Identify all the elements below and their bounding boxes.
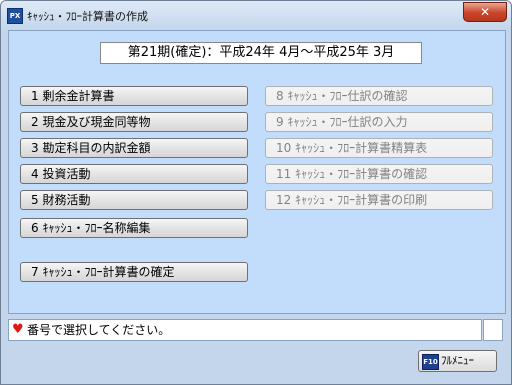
menu-button-6[interactable]: 6 ｷｬｯｼｭ・ﾌﾛｰ名称編集: [20, 218, 248, 238]
main-panel: 第21期(確定)：平成24年 4月～平成25年 3月 1 剰余金計算書 2 現金…: [8, 30, 506, 314]
menu-button-1[interactable]: 1 剰余金計算書: [20, 86, 248, 106]
close-button[interactable]: ✕: [463, 2, 507, 22]
app-window: PX ｷｬｯｼｭ・ﾌﾛｰ計算書の作成 ✕ 第21期(確定)：平成24年 4月～平…: [0, 0, 512, 385]
menu-button-7[interactable]: 7 ｷｬｯｼｭ・ﾌﾛｰ計算書の確定: [20, 262, 248, 282]
menu-button-4[interactable]: 4 投資活動: [20, 164, 248, 184]
title-bar[interactable]: PX ｷｬｯｼｭ・ﾌﾛｰ計算書の作成 ✕: [1, 1, 511, 30]
menu-button-3[interactable]: 3 勘定科目の内訳金額: [20, 138, 248, 158]
window-title: ｷｬｯｼｭ・ﾌﾛｰ計算書の作成: [27, 10, 148, 23]
menu-button-5[interactable]: 5 財務活動: [20, 190, 248, 210]
full-menu-button[interactable]: F10 ﾌﾙﾒﾆｭｰ: [418, 350, 497, 372]
input-indicator-box[interactable]: [483, 319, 503, 341]
heart-icon: ♥: [12, 322, 24, 337]
menu-button-11[interactable]: 11 ｷｬｯｼｭ・ﾌﾛｰ計算書の確認: [265, 164, 493, 184]
app-icon: PX: [7, 8, 23, 24]
menu-button-2[interactable]: 2 現金及び現金同等物: [20, 112, 248, 132]
menu-button-9[interactable]: 9 ｷｬｯｼｭ・ﾌﾛｰ仕訳の入力: [265, 112, 493, 132]
menu-button-8[interactable]: 8 ｷｬｯｼｭ・ﾌﾛｰ仕訳の確認: [265, 86, 493, 106]
status-message: 番号で選択してください。: [27, 323, 171, 337]
full-menu-label: ﾌﾙﾒﾆｭｰ: [441, 354, 474, 367]
f10-key-icon: F10: [422, 354, 439, 370]
menu-button-10[interactable]: 10 ｷｬｯｼｭ・ﾌﾛｰ計算書精算表: [265, 138, 493, 158]
status-message-bar: ♥ 番号で選択してください。: [8, 319, 482, 341]
menu-button-12[interactable]: 12 ｷｬｯｼｭ・ﾌﾛｰ計算書の印刷: [265, 190, 493, 210]
fiscal-period-label: 第21期(確定)：平成24年 4月～平成25年 3月: [100, 42, 422, 64]
